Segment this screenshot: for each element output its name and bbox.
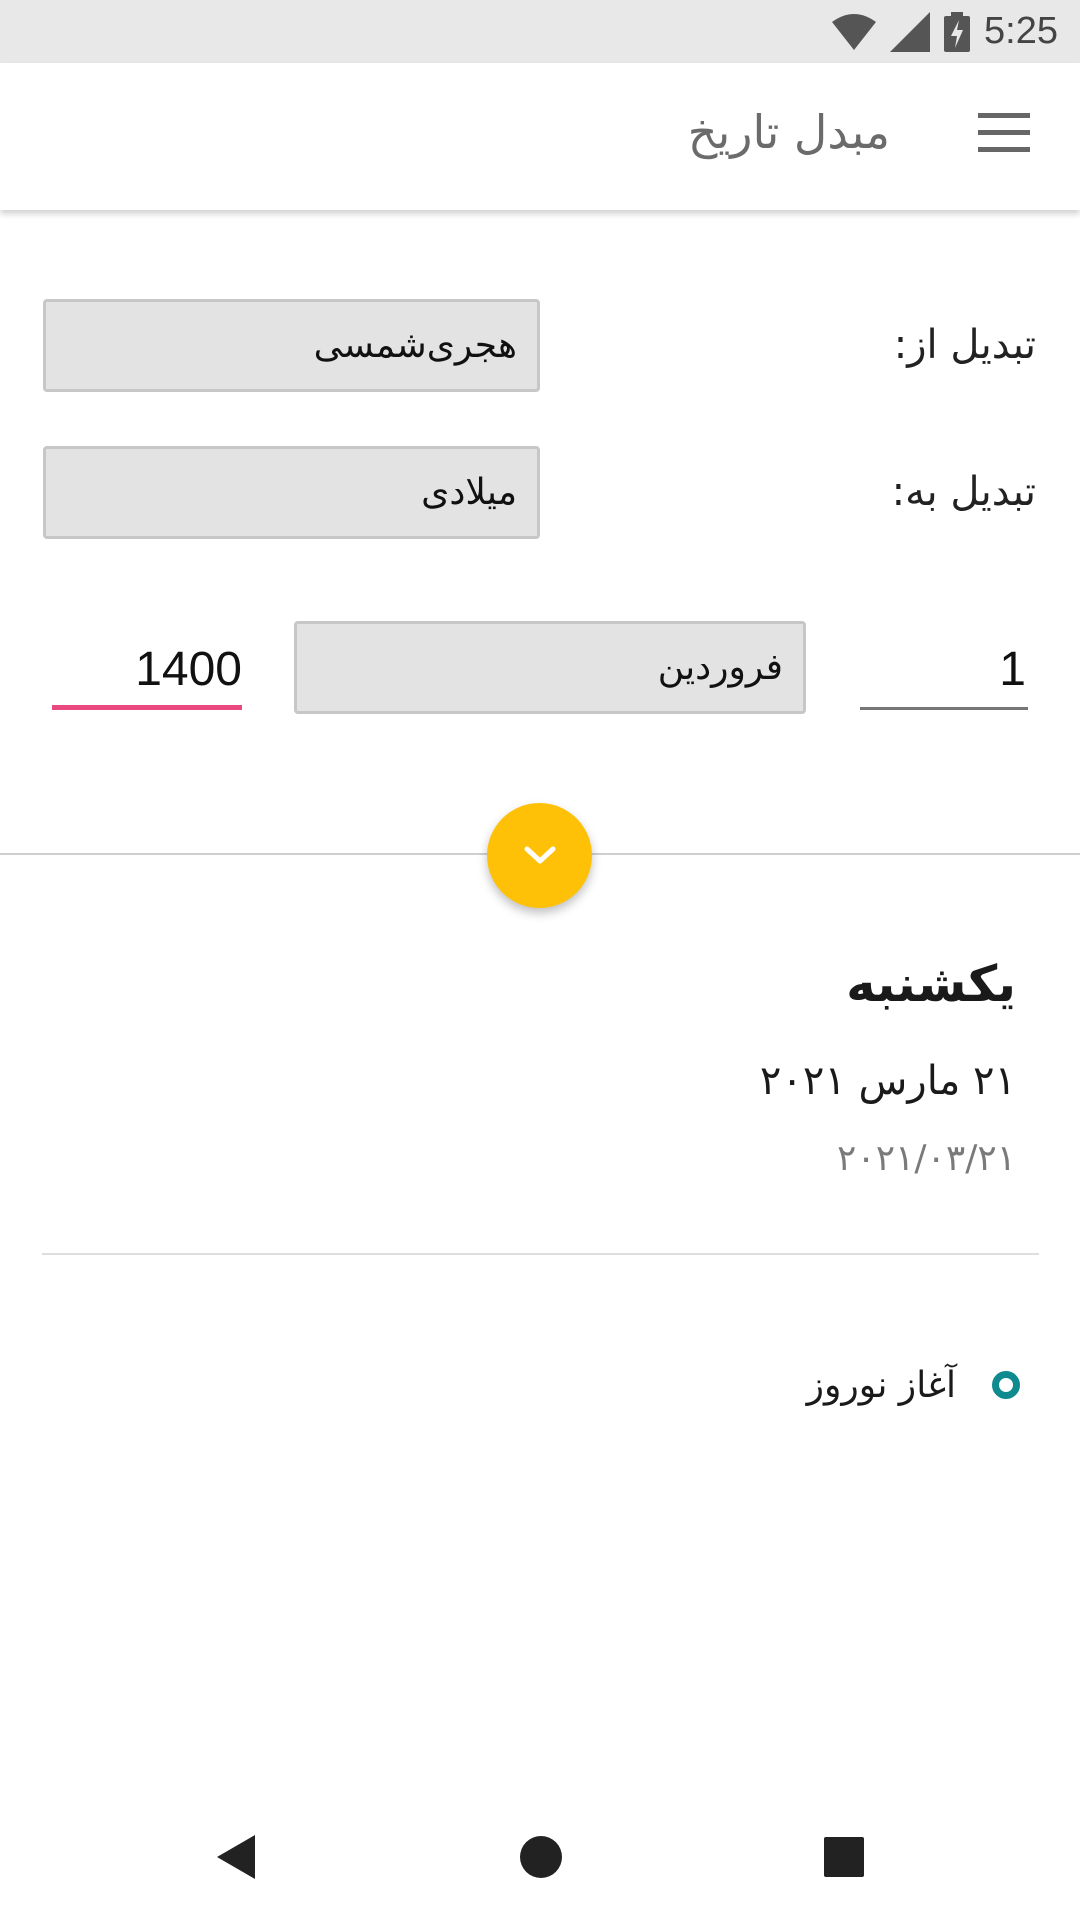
day-input[interactable]: 1 (860, 630, 1028, 710)
navigation-bar (0, 1800, 1080, 1920)
from-label: تبدیل از: (893, 322, 1036, 368)
result-date-numeric: ۲۰۲۱/۰۳/۲۱ (837, 1138, 1016, 1179)
back-icon[interactable] (215, 1833, 257, 1881)
chevron-down-icon (524, 846, 555, 863)
recents-icon[interactable] (824, 1837, 864, 1877)
status-bar: 5:25 (0, 0, 1080, 63)
event-item: آغاز نوروز (807, 1360, 1020, 1410)
from-calendar-select[interactable]: هجری‌شمسی (43, 299, 540, 392)
home-icon[interactable] (519, 1835, 563, 1879)
app-title: مبدل تاریخ (687, 105, 890, 159)
to-calendar-select[interactable]: میلادی (43, 446, 540, 539)
menu-icon[interactable] (978, 113, 1030, 153)
battery-charging-icon (944, 11, 971, 52)
result-date-text: ۲۱ مارس ۲۰۲۱ (759, 1058, 1016, 1104)
to-label: تبدیل به: (891, 469, 1036, 515)
divider (42, 1253, 1039, 1255)
signal-icon (890, 11, 931, 52)
month-select[interactable]: فروردین (294, 621, 806, 714)
wifi-icon (832, 13, 877, 50)
convert-button[interactable] (487, 803, 592, 908)
year-input[interactable]: 1400 (52, 630, 242, 710)
result-weekday: یکشنبه (846, 955, 1016, 1013)
status-time: 5:25 (984, 10, 1058, 52)
event-bullet-icon (992, 1371, 1020, 1399)
app-bar: مبدل تاریخ (0, 63, 1080, 210)
event-label: آغاز نوروز (806, 1364, 956, 1406)
